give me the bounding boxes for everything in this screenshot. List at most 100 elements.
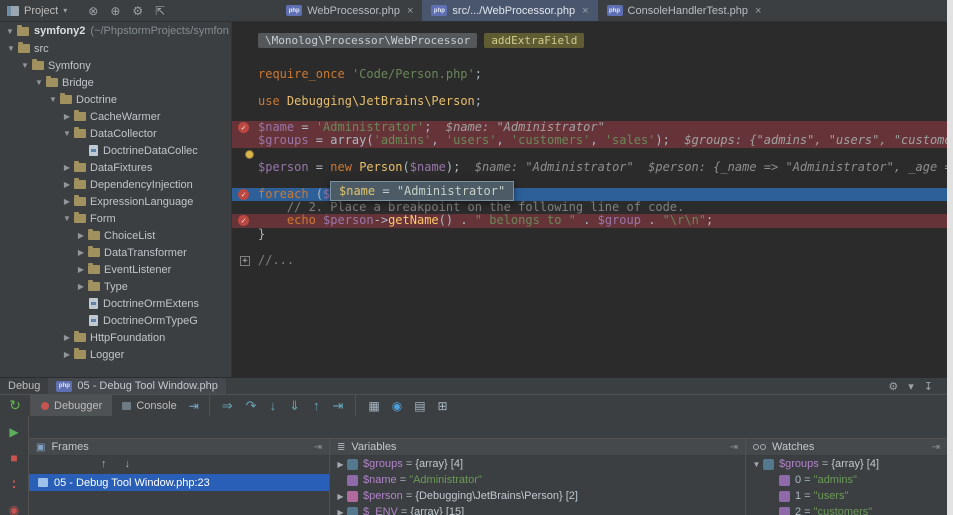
editor[interactable]: \Monolog\Processor\WebProcessor addExtraF… (232, 22, 947, 377)
settings-icon[interactable]: ⚙ (888, 380, 898, 393)
tree-item[interactable]: DoctrineDataCollec (0, 142, 231, 159)
variable-row[interactable]: ▶ $groups = {array} [4] (330, 456, 745, 472)
tab-close-icon[interactable]: × (582, 5, 588, 17)
tree-item[interactable]: DoctrineOrmExtens (0, 295, 231, 312)
step-over-icon[interactable]: ↷ (246, 398, 257, 414)
hide-panel-icon[interactable]: ⇱ (155, 4, 165, 18)
tree-item[interactable]: ▶ CacheWarmer (0, 108, 231, 125)
editor-tab[interactable]: src/.../WebProcessor.php × (422, 0, 598, 21)
breakpoint-icon[interactable] (238, 122, 249, 134)
variable-row[interactable]: 2 = "customers" (746, 504, 947, 515)
variable-row[interactable]: 0 = "admins" (746, 472, 947, 488)
chevron-icon[interactable]: ▼ (5, 44, 17, 53)
chevron-icon[interactable]: ▶ (61, 350, 73, 359)
minimize-panel-icon[interactable]: ⇥ (730, 442, 738, 453)
tree-item[interactable]: ▼ DataCollector (0, 125, 231, 142)
debug-tab-debugger[interactable]: Debugger (31, 395, 113, 416)
chevron-icon[interactable]: ▼ (19, 61, 31, 70)
pin-console-output-icon[interactable]: ⇥ (189, 399, 199, 413)
locate-file-icon[interactable]: ⊕ (110, 4, 120, 18)
run-to-cursor-icon[interactable]: ⇥ (332, 398, 343, 414)
editor-tab[interactable]: WebProcessor.php × (277, 0, 422, 21)
chevron-expanded-icon[interactable]: ▼ (4, 27, 16, 36)
chevron-icon[interactable]: ▶ (61, 163, 73, 172)
code-area[interactable]: require_once 'Code/Person.php'; use Debug… (232, 52, 947, 267)
chevron-icon[interactable]: ▶ (61, 112, 73, 121)
breadcrumb-item[interactable]: \Monolog\Processor\WebProcessor (258, 33, 478, 48)
breakpoint-icon[interactable] (238, 215, 249, 227)
tree-item[interactable]: ▶ DependencyInjection (0, 176, 231, 193)
expander-icon[interactable]: ▼ (750, 460, 763, 469)
breakpoint-icon[interactable] (238, 188, 249, 200)
minimize-panel-icon[interactable]: ⇥ (314, 442, 322, 453)
pin-tab-icon[interactable]: ⊞ (438, 399, 448, 413)
debug-session-tab[interactable]: 05 - Debug Tool Window.php (48, 378, 226, 394)
folder-icon (74, 212, 86, 223)
tree-item[interactable]: ▼ Symfony (0, 57, 231, 74)
expander-icon[interactable]: ▶ (334, 492, 347, 501)
editor-tab[interactable]: ConsoleHandlerTest.php × (598, 0, 771, 21)
tree-item[interactable]: ▶ ExpressionLanguage (0, 193, 231, 210)
tree-item[interactable]: ▼ Form (0, 210, 231, 227)
frame-row-selected[interactable]: 05 - Debug Tool Window.php:23 (29, 474, 329, 491)
resume-program-icon[interactable]: ▶ (9, 426, 18, 438)
variable-row[interactable]: ▶ $person = {Debugging\JetBrains\Person} … (330, 488, 745, 504)
rerun-program-icon[interactable]: ↻ (0, 397, 30, 414)
prev-frame-icon[interactable]: ↑ (101, 458, 107, 470)
tab-close-icon[interactable]: × (755, 5, 761, 17)
intention-bulb-icon[interactable] (245, 149, 254, 159)
file-icon (89, 145, 98, 156)
evaluate-expression-icon[interactable]: ▤ (414, 399, 425, 413)
close-icon[interactable]: ⊗ (88, 4, 98, 18)
chevron-icon[interactable]: ▶ (75, 248, 87, 257)
step-into-icon[interactable]: ↓ (270, 398, 277, 413)
variable-row[interactable]: ▼ $groups = {array} [4] (746, 456, 947, 472)
next-frame-icon[interactable]: ↓ (125, 458, 131, 470)
view-breakpoints-icon[interactable]: : (12, 476, 17, 491)
restore-layout-icon[interactable]: ▦ (368, 399, 379, 413)
tree-item[interactable]: ▶ DataFixtures (0, 159, 231, 176)
tree-item[interactable]: DoctrineOrmTypeG (0, 312, 231, 329)
chevron-icon[interactable]: ▶ (75, 231, 87, 240)
chevron-icon[interactable]: ▶ (61, 197, 73, 206)
tree-item[interactable]: ▼ Bridge (0, 74, 231, 91)
show-execution-point-icon[interactable]: ⇒ (222, 398, 233, 414)
tree-item[interactable]: ▼ Doctrine (0, 91, 231, 108)
expander-icon[interactable]: ▶ (334, 508, 347, 515)
settings-icon[interactable]: ⚙ (132, 4, 143, 18)
chevron-icon[interactable]: ▶ (75, 265, 87, 274)
fold-icon[interactable] (240, 256, 250, 267)
chevron-icon[interactable]: ▶ (61, 180, 73, 189)
chevron-icon[interactable]: ▼ (47, 95, 59, 104)
minimize-panel-icon[interactable]: ⇥ (932, 442, 940, 453)
tree-item[interactable]: ▶ Type (0, 278, 231, 295)
project-view-selector[interactable]: Project ▾ (0, 0, 74, 21)
chevron-icon[interactable]: ▼ (61, 129, 73, 138)
project-root-row[interactable]: ▼ symfony2 (~/PhpstormProjects/symfon (0, 22, 231, 40)
pause-icon[interactable]: ◉ (392, 399, 402, 413)
hide-panel-icon[interactable]: ↧ (924, 380, 933, 393)
variable-row[interactable]: ▶ $_ENV = {array} [15] (330, 504, 745, 515)
tree-item[interactable]: ▶ ChoiceList (0, 227, 231, 244)
force-step-into-icon[interactable]: ⇓ (289, 398, 300, 414)
expander-icon[interactable]: ▶ (334, 460, 347, 469)
variable-row[interactable]: 1 = "users" (746, 488, 947, 504)
code-token: $name (409, 160, 446, 175)
chevron-down-icon[interactable]: ▾ (908, 380, 914, 393)
tree-item[interactable]: ▶ Logger (0, 346, 231, 363)
step-out-icon[interactable]: ↑ (313, 398, 320, 413)
tree-item[interactable]: ▶ DataTransformer (0, 244, 231, 261)
debug-tab-console[interactable]: Console (112, 395, 186, 416)
stop-icon[interactable]: ■ (10, 452, 17, 464)
chevron-icon[interactable]: ▼ (33, 78, 45, 87)
mute-breakpoints-icon[interactable]: ◉ (9, 504, 19, 515)
tree-item[interactable]: ▶ HttpFoundation (0, 329, 231, 346)
chevron-icon[interactable]: ▶ (61, 333, 73, 342)
tree-item[interactable]: ▼ src (0, 40, 231, 57)
chevron-icon[interactable]: ▶ (75, 282, 87, 291)
breadcrumb-item[interactable]: addExtraField (484, 33, 585, 48)
tree-item[interactable]: ▶ EventListener (0, 261, 231, 278)
chevron-icon[interactable]: ▼ (61, 214, 73, 223)
tab-close-icon[interactable]: × (407, 5, 413, 17)
variable-row[interactable]: $name = "Administrator" (330, 472, 745, 488)
